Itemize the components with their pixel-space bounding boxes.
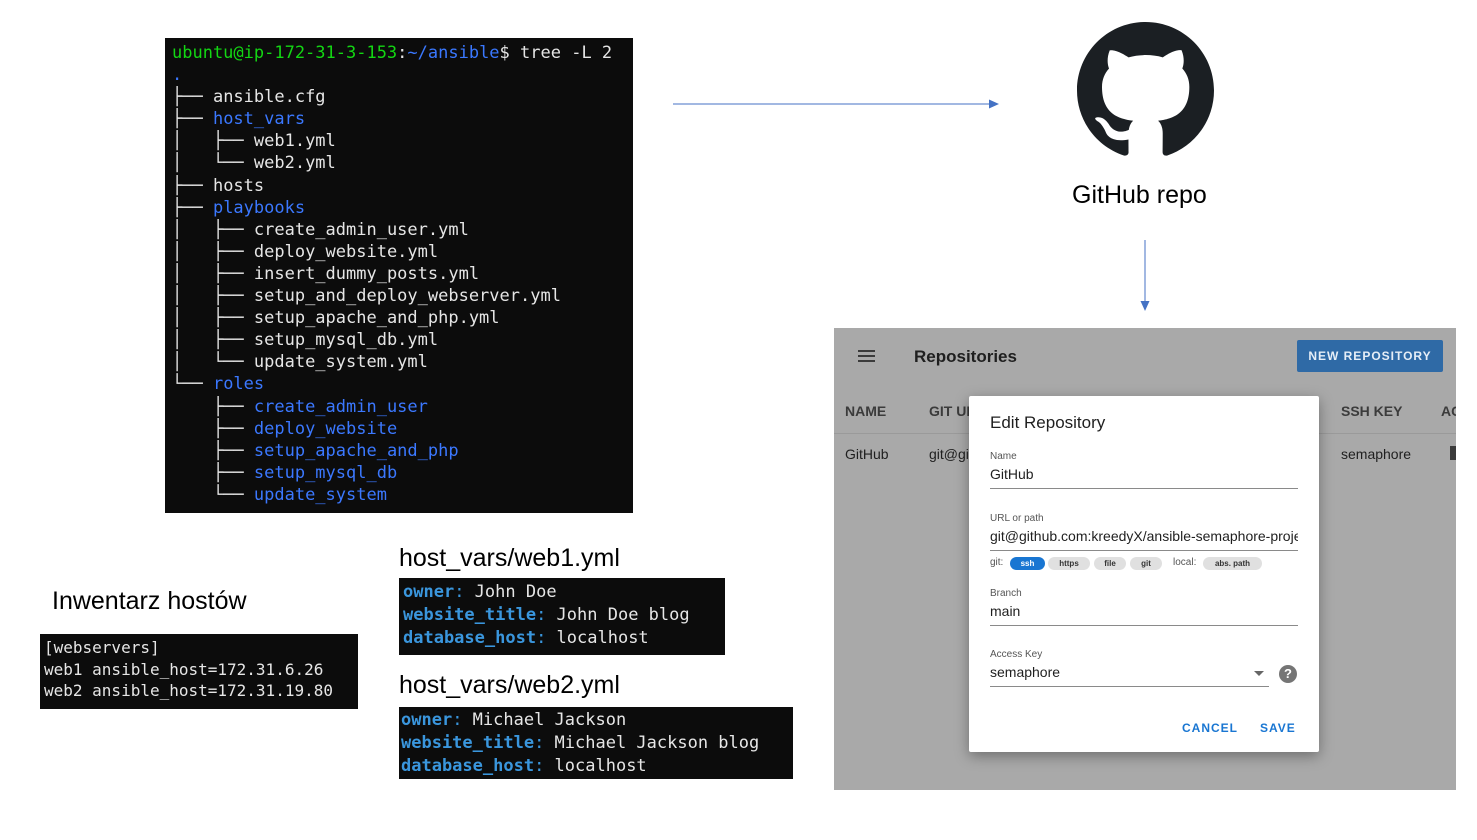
name-field-underline bbox=[990, 488, 1298, 489]
help-icon[interactable]: ? bbox=[1279, 665, 1297, 683]
column-header-name[interactable]: NAME bbox=[845, 403, 886, 419]
new-repository-button[interactable]: NEW REPOSITORY bbox=[1297, 340, 1443, 372]
row-git-url: git@gi bbox=[929, 446, 969, 462]
yaml-row: website_title: Michael Jackson blog bbox=[401, 733, 760, 753]
inventory-caption: Inwentarz hostów bbox=[52, 587, 247, 615]
git-label: git: bbox=[990, 557, 1004, 568]
inventory-line: web2 ansible_host=172.31.19.80 bbox=[44, 681, 333, 700]
name-field[interactable]: GitHub bbox=[990, 466, 1298, 482]
row-name: GitHub bbox=[845, 446, 889, 462]
column-header-actions[interactable]: AC bbox=[1441, 403, 1456, 419]
yaml-value: localhost bbox=[554, 756, 647, 776]
inventory-line: [webservers] bbox=[44, 638, 160, 657]
yaml-row: database_host: localhost bbox=[403, 628, 649, 648]
arrowhead-right bbox=[989, 99, 999, 109]
save-button[interactable]: SAVE bbox=[1260, 721, 1296, 735]
page-title: Repositories bbox=[914, 347, 1017, 366]
yaml-row: owner: John Doe bbox=[403, 582, 557, 602]
yaml-key: owner bbox=[403, 582, 455, 602]
yaml-value: John Doe bbox=[474, 582, 557, 602]
branch-field-underline bbox=[990, 625, 1298, 626]
row-ssh-key: semaphore bbox=[1341, 446, 1412, 462]
url-field-underline bbox=[990, 550, 1298, 551]
web1-terminal: owner: John Doe website_title: John Doe … bbox=[399, 578, 725, 655]
inventory-line: web1 ansible_host=172.31.6.26 bbox=[44, 660, 324, 679]
edit-repository-dialog: Edit Repository Name GitHub URL or path … bbox=[969, 396, 1319, 752]
yaml-key: owner bbox=[401, 710, 453, 730]
yaml-value: John Doe blog bbox=[556, 605, 690, 625]
yaml-key: database_host bbox=[401, 756, 535, 776]
github-repo-label: GitHub repo bbox=[1072, 181, 1207, 209]
column-header-ssh-key[interactable]: SSH KEY bbox=[1341, 403, 1402, 419]
arrowhead-down bbox=[1140, 301, 1150, 311]
yaml-key: database_host bbox=[403, 628, 537, 648]
yaml-key: website_title bbox=[403, 605, 537, 625]
hamburger-menu-icon[interactable] bbox=[858, 350, 875, 362]
chip-abs-path[interactable]: abs. path bbox=[1203, 557, 1262, 570]
branch-field[interactable]: main bbox=[990, 603, 1298, 619]
web2-terminal: owner: Michael Jackson website_title: Mi… bbox=[399, 707, 793, 779]
cancel-button[interactable]: CANCEL bbox=[1182, 721, 1238, 735]
access-key-underline bbox=[990, 686, 1269, 687]
semaphore-repositories-panel: Repositories NEW REPOSITORY NAME GIT UR … bbox=[834, 328, 1456, 790]
local-label: local: bbox=[1173, 557, 1197, 568]
yaml-row: website_title: John Doe blog bbox=[403, 605, 690, 625]
url-field[interactable]: git@github.com:kreedyX/ansible-semaphore… bbox=[990, 528, 1298, 544]
yaml-row: database_host: localhost bbox=[401, 756, 647, 776]
delete-icon[interactable] bbox=[1450, 446, 1456, 460]
yaml-value: Michael Jackson blog bbox=[554, 733, 760, 753]
web2-caption: host_vars/web2.yml bbox=[399, 671, 620, 699]
chip-https[interactable]: https bbox=[1048, 557, 1090, 570]
chip-ssh[interactable]: ssh bbox=[1010, 557, 1045, 570]
github-icon bbox=[1077, 22, 1214, 156]
url-field-label: URL or path bbox=[990, 513, 1044, 524]
chip-git[interactable]: git bbox=[1130, 557, 1162, 570]
web1-caption: host_vars/web1.yml bbox=[399, 544, 620, 572]
inventory-terminal: [webservers] web1 ansible_host=172.31.6.… bbox=[40, 634, 358, 709]
yaml-value: Michael Jackson bbox=[472, 710, 627, 730]
access-key-select[interactable]: semaphore bbox=[990, 664, 1250, 680]
chip-file[interactable]: file bbox=[1094, 557, 1126, 570]
yaml-value: localhost bbox=[556, 628, 649, 648]
name-field-label: Name bbox=[990, 451, 1017, 462]
branch-field-label: Branch bbox=[990, 588, 1022, 599]
dialog-title: Edit Repository bbox=[990, 413, 1106, 432]
yaml-key: website_title bbox=[401, 733, 535, 753]
yaml-row: owner: Michael Jackson bbox=[401, 710, 627, 730]
access-key-label: Access Key bbox=[990, 649, 1043, 660]
chevron-down-icon[interactable] bbox=[1254, 671, 1264, 676]
